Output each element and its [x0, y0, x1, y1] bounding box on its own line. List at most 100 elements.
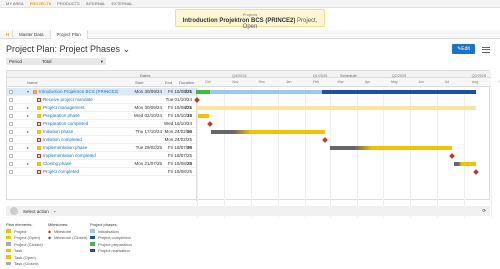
- table-row[interactable]: ▸ Preparation phase Wed 02/10/24 Fri 15/10/…: [7, 112, 196, 120]
- table-row[interactable]: Preparation completed Wed 16/10/24: [7, 120, 196, 128]
- row-checkbox[interactable]: [9, 121, 13, 126]
- row-name[interactable]: Project completed: [37, 169, 79, 174]
- tab-master-data[interactable]: Master Data: [13, 29, 51, 39]
- table-row[interactable]: ▸ Implementation phase Tue 29/02/25 Fri 18/…: [7, 144, 196, 152]
- table-row[interactable]: Project completed Fri 15/08/25: [7, 168, 196, 176]
- project-bar[interactable]: [196, 90, 477, 94]
- expand-icon[interactable]: ▸: [27, 129, 29, 134]
- milestone-marker[interactable]: [448, 153, 455, 159]
- nav-external[interactable]: EXTERNAL: [112, 1, 133, 6]
- row-checkbox[interactable]: [9, 97, 13, 102]
- table-row[interactable]: ▸ Initiation phase Thu 17/10/24 Mon 24/02/2…: [7, 128, 196, 136]
- table-row[interactable]: ▸ Project management Mon 30/09/24 Fri 15/08…: [7, 104, 196, 112]
- edit-button[interactable]: ✎ Edit: [452, 44, 475, 54]
- phase-icon: [37, 113, 41, 118]
- tab-master-data-label: Master Data: [19, 31, 44, 37]
- period-filter[interactable]: Period Total ▾: [6, 58, 106, 65]
- milestone-icon: [37, 153, 41, 158]
- nav-projects[interactable]: PROJECTS: [30, 1, 52, 6]
- row-name[interactable]: Receive project mandate: [37, 97, 93, 102]
- phase-bar[interactable]: [197, 114, 210, 118]
- row-name[interactable]: Preparation completed: [37, 121, 88, 126]
- page-title: Project Plan: Project Phases ⌄: [6, 44, 130, 55]
- phase-bar[interactable]: [454, 162, 477, 166]
- refresh-icon[interactable]: ⟳: [482, 208, 486, 214]
- col-header-end[interactable]: End: [165, 80, 172, 85]
- phase-bar[interactable]: [211, 130, 326, 134]
- dates-header: Dates: [140, 72, 151, 78]
- col-header-name[interactable]: Name: [27, 80, 38, 85]
- row-checkbox[interactable]: [9, 89, 13, 94]
- legend-plan-elements: Plan elements: Project Project (Open) Pr…: [6, 222, 43, 268]
- row-name[interactable]: Closing phase: [37, 161, 72, 166]
- schedule-header: Schedule: [340, 72, 357, 78]
- legend-item: Initialisation: [98, 228, 119, 234]
- row-name[interactable]: Initiation phase: [37, 129, 73, 134]
- milestone-marker[interactable]: [207, 121, 213, 127]
- row-checkbox[interactable]: [9, 169, 13, 174]
- nav-products[interactable]: PRODUCTS: [57, 1, 79, 6]
- month-label: Mar: [337, 80, 344, 84]
- expand-icon[interactable]: ▸: [27, 113, 29, 118]
- row-checkbox[interactable]: [9, 129, 13, 134]
- phase-icon: [37, 145, 41, 150]
- tab-bar: H Master Data Project Plan: [0, 29, 500, 39]
- chevron-down-icon[interactable]: ⌄: [123, 44, 131, 54]
- project-icon: [33, 89, 37, 94]
- select-all-toggle[interactable]: [10, 207, 18, 215]
- table-row[interactable]: Implementation completed Fri 18/07/25: [7, 152, 196, 160]
- milestone-marker[interactable]: [473, 169, 479, 175]
- row-checkbox[interactable]: [9, 105, 13, 110]
- milestone-marker[interactable]: [194, 97, 200, 103]
- period-value: Total: [42, 59, 52, 64]
- row-end: Wed 16/10/24: [164, 121, 192, 126]
- chevron-down-icon: ▾: [100, 58, 103, 64]
- milestone-icon: [37, 121, 41, 126]
- row-checkbox[interactable]: [9, 145, 13, 150]
- col-header-start[interactable]: Start: [135, 80, 143, 85]
- row-name[interactable]: Initiation completed: [37, 137, 82, 142]
- expand-icon[interactable]: ▾: [27, 89, 29, 94]
- month-label: Jul: [444, 80, 450, 84]
- expand-icon[interactable]: ▸: [27, 161, 29, 166]
- page-title-text: Project Plan: Project Phases: [6, 44, 121, 54]
- phase-bar[interactable]: [329, 146, 452, 150]
- row-name[interactable]: Implementation phase: [37, 145, 87, 150]
- col-header-duration[interactable]: Duration: [179, 80, 194, 85]
- tab-project-plan[interactable]: Project Plan: [50, 29, 88, 39]
- row-duration: 15: [186, 113, 192, 118]
- legend-item: Milestone (Closed): [54, 235, 88, 240]
- row-checkbox[interactable]: [9, 113, 13, 118]
- project-banner[interactable]: Projects Introduction Projektron BCS (PR…: [175, 9, 325, 30]
- nav-my-area[interactable]: MY AREA: [6, 1, 24, 6]
- row-name[interactable]: Preparation phase: [37, 113, 80, 118]
- phase-bar[interactable]: [196, 106, 477, 110]
- row-name[interactable]: Project management: [37, 105, 85, 110]
- expand-icon[interactable]: ▸: [27, 145, 29, 150]
- row-checkbox[interactable]: [9, 161, 13, 166]
- chevron-down-icon[interactable]: ⌄: [53, 208, 57, 214]
- table-row[interactable]: Initiation completed Mon 24/02/25: [7, 136, 196, 144]
- row-checkbox[interactable]: [9, 137, 13, 142]
- list-menu-icon[interactable]: [482, 45, 490, 53]
- row-name[interactable]: Implementation completed: [37, 153, 96, 158]
- table-header-groups: Dates Schedule: [7, 71, 491, 78]
- phase-icon: [37, 105, 41, 110]
- milestone-marker[interactable]: [322, 137, 328, 143]
- row-end: Tue 01/10/24: [165, 97, 192, 102]
- table-row[interactable]: ▸ Closing phase Mon 21/07/25 Fri 15/08/25 20: [7, 160, 196, 168]
- phase-icon: [37, 129, 41, 134]
- row-name[interactable]: Introduction Projektron BCS (PRINCE2): [33, 89, 119, 94]
- milestone-icon: [37, 137, 41, 142]
- select-action[interactable]: Select action: [23, 209, 49, 214]
- nav-internal[interactable]: INTERNAL: [86, 1, 106, 6]
- home-icon[interactable]: H: [0, 29, 13, 39]
- expand-icon[interactable]: ▸: [27, 105, 29, 110]
- table-row[interactable]: ▾ Introduction Projektron BCS (PRINCE2) Mo…: [7, 88, 196, 96]
- row-end: Mon 24/02/25: [164, 137, 192, 142]
- edit-button-label: Edit: [461, 46, 470, 52]
- table-row[interactable]: Receive project mandate Tue 01/10/24: [7, 96, 196, 104]
- phase-icon: [37, 161, 41, 166]
- legend-item: Task: [14, 248, 23, 253]
- row-checkbox[interactable]: [9, 153, 13, 158]
